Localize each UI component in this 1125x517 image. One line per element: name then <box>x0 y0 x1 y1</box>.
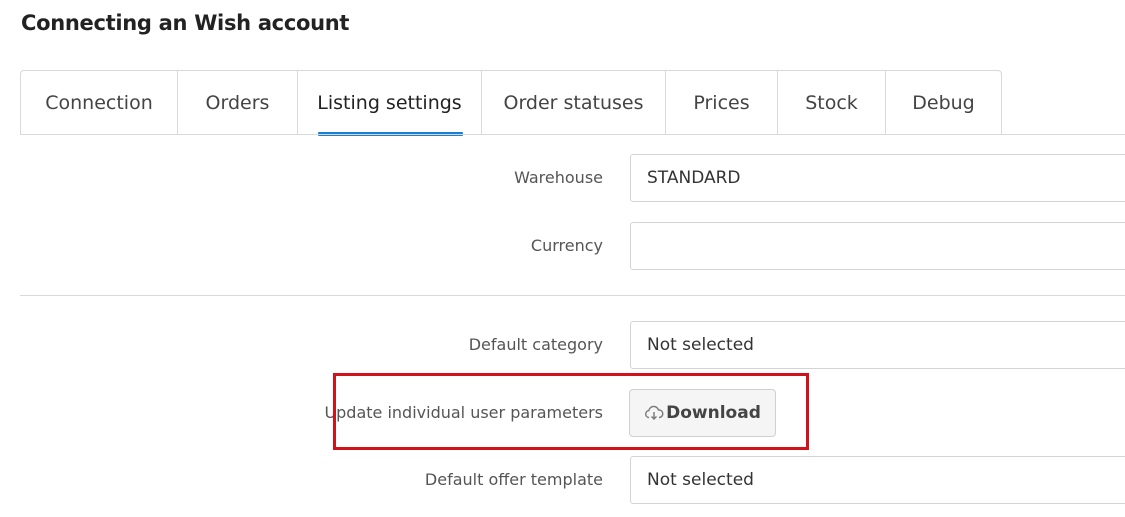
tab-order-statuses[interactable]: Order statuses <box>481 70 665 135</box>
tab-label: Prices <box>693 91 750 114</box>
tab-label: Orders <box>205 91 270 114</box>
warehouse-select[interactable]: STANDARD <box>630 154 1125 202</box>
tab-label: Order statuses <box>503 91 644 114</box>
tab-listing-settings[interactable]: Listing settings <box>297 70 481 136</box>
section-divider <box>20 295 1125 296</box>
tab-label: Stock <box>805 91 858 114</box>
default-category-label: Default category <box>468 335 603 354</box>
tab-baseline <box>20 134 1125 135</box>
default-offer-template-value: Not selected <box>647 470 754 490</box>
highlight-box <box>333 373 809 450</box>
default-offer-template-select[interactable]: Not selected <box>630 456 1125 504</box>
tab-label: Connection <box>45 91 153 114</box>
tab-bar: Connection Orders Listing settings Order… <box>20 70 1002 136</box>
warehouse-value: STANDARD <box>647 168 741 188</box>
tab-label: Debug <box>912 91 975 114</box>
default-offer-template-label: Default offer template <box>424 470 603 489</box>
tab-orders[interactable]: Orders <box>177 70 297 135</box>
currency-label: Currency <box>530 236 603 255</box>
default-category-value: Not selected <box>647 335 754 355</box>
tab-prices[interactable]: Prices <box>665 70 777 135</box>
tab-label: Listing settings <box>317 91 462 114</box>
tab-debug[interactable]: Debug <box>885 70 1002 135</box>
page-title: Connecting an Wish account <box>21 11 350 35</box>
warehouse-label: Warehouse <box>514 168 603 187</box>
default-category-select[interactable]: Not selected <box>630 321 1125 369</box>
currency-field[interactable] <box>630 222 1125 270</box>
tab-connection[interactable]: Connection <box>20 70 177 135</box>
tab-stock[interactable]: Stock <box>777 70 885 135</box>
